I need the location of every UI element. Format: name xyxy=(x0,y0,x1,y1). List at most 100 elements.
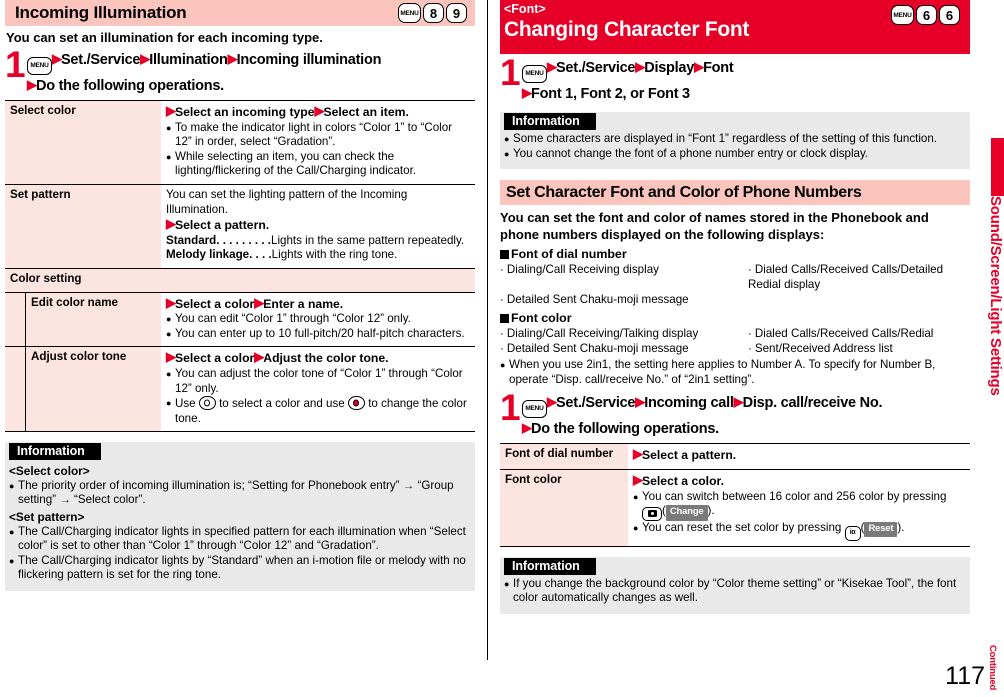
table-row: Font of dial number ▶Select a pattern. xyxy=(500,443,970,470)
definition-item: Standard. . . . . . . . .Lights in the s… xyxy=(166,234,470,249)
bullet-text: You can edit “Color 1” through “Color 12… xyxy=(175,312,411,326)
row-body: ▶Select a color. ● You can switch betwee… xyxy=(628,468,970,547)
bullet-item: ● You can edit “Color 1” through “Color 1… xyxy=(166,312,470,327)
display-list-item: · Dialing/Call Receiving/Talking display xyxy=(500,326,748,341)
camera-key-icon xyxy=(642,506,662,521)
row-body: ▶Select a pattern. xyxy=(628,443,970,470)
right-step-2: 1 MENU ▶Set./Service▶Incoming call▶Disp. … xyxy=(500,389,970,439)
row-heading: ▶Select an incoming type▶Select an item. xyxy=(166,103,470,120)
note-bullet-item: ● When you use 2in1, the setting here app… xyxy=(500,358,970,387)
subsection-lead-text: You can set the font and color of names … xyxy=(500,210,929,242)
row-body: ▶Select a color▶Adjust the color tone. ●… xyxy=(161,346,475,433)
row-heading: ▶Select a color. xyxy=(633,471,965,489)
multi-guide-key-icon xyxy=(198,396,216,411)
step-part-3: Disp. call/receive No. xyxy=(742,395,883,412)
definition-desc: Lights with the ring tone. xyxy=(271,248,398,262)
page-title: Incoming Illumination xyxy=(15,3,187,22)
right-operations-table: Font of dial number ▶Select a pattern. F… xyxy=(500,443,970,547)
display-list-item: · Detailed Sent Chaku-moji message xyxy=(500,341,748,356)
row-heading: ▶Select a color▶Adjust the color tone. xyxy=(166,350,470,366)
step-line-2: Do the following operations. xyxy=(36,78,224,94)
bullet-item: ● While selecting an item, you can check … xyxy=(166,150,470,179)
bullet-dot-icon: ● xyxy=(166,328,172,339)
i-alpha-key-icon: iα xyxy=(844,525,861,541)
bullet-item: ● Use to select a color and use to chang… xyxy=(166,396,470,426)
right-shortcut-keys: MENU 6 6 xyxy=(891,5,960,25)
step-part-2: Incoming call xyxy=(644,395,734,412)
right-information-box-1: Information ● Some characters are display… xyxy=(500,112,970,170)
bullet-item: ● If you change the background color by “… xyxy=(504,577,962,606)
bullet-dot-icon: ● xyxy=(504,134,510,144)
row-label: Set pattern xyxy=(5,183,161,269)
information-subheading: <Select color> xyxy=(9,464,90,479)
continued-label: Continued xyxy=(987,644,998,690)
bullet-text: When you use 2in1, the setting here appl… xyxy=(509,358,936,386)
key-9-icon: 9 xyxy=(446,3,467,23)
group-heading-label: Font of dial number xyxy=(511,247,627,262)
display-item-label: Dialing/Call Receiving/Talking display xyxy=(506,327,699,341)
nav-text-pre: Use xyxy=(175,397,199,411)
display-list-row: · Dialing/Call Receiving display · Dialed … xyxy=(500,262,970,292)
row-intro: You can set the lighting pattern of the … xyxy=(166,187,408,216)
arrow-icon: ▶ xyxy=(254,349,264,365)
arrow-icon: ▶ xyxy=(522,420,532,436)
left-lead-text: You can set an illumination for each inc… xyxy=(6,30,323,45)
group-heading-label: Font color xyxy=(511,311,572,326)
bullet-dot-icon: ● xyxy=(633,522,639,533)
step-number: 1 xyxy=(5,44,26,85)
bullet-text: You can switch between 16 color and 256 … xyxy=(642,490,965,521)
right-column: <Font> Changing Character Font MENU 6 6 … xyxy=(500,0,970,614)
bullet-text: The Call/Charging indicator lights in sp… xyxy=(18,524,466,553)
arrow-icon: ▶ xyxy=(547,59,557,74)
heading-part-1: Select a color. xyxy=(642,473,724,488)
display-list-item: · Detailed Sent Chaku-moji message xyxy=(500,292,748,307)
display-item-label: Detailed Sent Chaku-moji message xyxy=(506,293,689,307)
softkey-label-change: Change xyxy=(665,505,708,521)
step-part-3: Font xyxy=(703,60,734,76)
arrow-icon: ▶ xyxy=(166,294,176,310)
bullet-dot-icon: ● xyxy=(9,526,15,537)
middot-icon: · xyxy=(748,342,752,356)
left-shortcut-keys: MENU 8 9 xyxy=(398,3,467,23)
bullet-dot-icon: ● xyxy=(633,491,639,502)
definition-leader: . . . . xyxy=(249,248,272,262)
menu-key-icon: MENU xyxy=(27,57,52,75)
step-line-2: Font 1, Font 2, or Font 3 xyxy=(531,86,690,102)
step-number: 1 xyxy=(500,52,521,93)
heading-part-2: Select an item. xyxy=(323,105,409,119)
middot-icon: · xyxy=(500,342,504,356)
bullet-dot-icon: ● xyxy=(166,398,172,409)
table-row: Select color ▶Select an incoming type▶Se… xyxy=(5,100,475,185)
bullet-dot-icon: ● xyxy=(9,480,15,491)
bullet-dot-icon: ● xyxy=(9,555,15,566)
table-row: Adjust color tone ▶Select a color▶Adjust… xyxy=(5,346,475,433)
row-heading: ▶Select a color▶Enter a name. xyxy=(166,294,470,312)
camera-glyph-icon xyxy=(647,510,657,518)
bullet-dot-icon: ● xyxy=(166,151,172,162)
heading-part-1: Select an incoming type xyxy=(175,105,315,119)
arrow-icon: ▶ xyxy=(52,51,62,66)
step-part-1: Set./Service xyxy=(556,395,636,412)
arrow-icon: ▶ xyxy=(633,471,643,487)
bullet-text: You can adjust the color tone of “Color … xyxy=(175,366,463,395)
definition-term: Melody linkage xyxy=(166,248,250,262)
heading-part-1: Select a pattern. xyxy=(175,218,270,233)
arrow-icon: ▶ xyxy=(635,59,645,74)
row-label: Select color xyxy=(5,100,161,185)
information-body: ● If you change the background color by “… xyxy=(500,575,970,606)
bullet-item: ● The Call/Charging indicator lights in s… xyxy=(9,525,467,554)
arrow-icon: ▶ xyxy=(635,394,645,410)
bullet-dot-icon: ● xyxy=(504,578,510,589)
middot-icon: · xyxy=(500,327,504,341)
row-body: ▶Select an incoming type▶Select an item.… xyxy=(161,100,475,185)
left-section-title-bar: Incoming Illumination MENU 8 9 xyxy=(5,0,475,26)
step-part-2: Illumination xyxy=(149,52,228,68)
arrow-icon: ▶ xyxy=(633,446,643,462)
bullet-text: You can enter up to 10 full-pitch/20 hal… xyxy=(175,326,465,340)
step-instructions: MENU ▶Set./Service▶Incoming call▶Disp. ca… xyxy=(522,391,970,439)
right-step-1: 1 MENU ▶Set./Service▶Display▶Font ▶Font 1… xyxy=(500,52,970,104)
information-subheading: <Set pattern> xyxy=(9,510,85,525)
bullet-item: ● The Call/Charging indicator lights by “… xyxy=(9,554,467,583)
information-body: ● Some characters are displayed in “Font … xyxy=(500,130,970,161)
group-header-label: Color setting xyxy=(5,267,475,293)
